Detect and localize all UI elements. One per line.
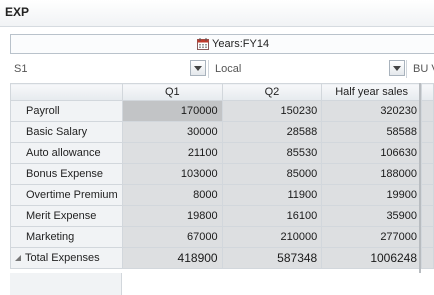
grid-cell[interactable]: 8000 xyxy=(121,184,223,206)
grid-cell[interactable] xyxy=(421,121,434,143)
grid-header-row: Q1 Q2 Half year sales xyxy=(10,83,434,101)
grid-cell[interactable]: 11900 xyxy=(221,184,323,206)
grid-cell[interactable]: 210000 xyxy=(221,226,323,248)
dropdown-entity[interactable]: BU V xyxy=(409,60,434,78)
collapse-triangle-icon[interactable] xyxy=(15,255,21,262)
column-header-q2[interactable]: Q2 xyxy=(221,83,323,101)
window-titlebar: EXP xyxy=(0,0,434,27)
grid-cell[interactable] xyxy=(421,163,434,185)
table-row: Marketing 67000 210000 277000 xyxy=(10,226,434,248)
divider xyxy=(208,60,209,78)
grid-corner xyxy=(10,83,123,101)
row-header-total-label: Total Expenses xyxy=(25,252,100,264)
grid-cell[interactable] xyxy=(421,184,434,206)
dropdown-currency[interactable]: Local xyxy=(211,60,407,78)
grid-right-edge xyxy=(419,83,421,273)
dropdown-scenario[interactable]: S1 xyxy=(10,60,210,78)
grid-cell[interactable]: 188000 xyxy=(321,163,423,185)
chevron-down-icon[interactable] xyxy=(389,60,405,76)
table-row: Merit Expense 19800 16100 35900 xyxy=(10,205,434,227)
calendar-icon xyxy=(197,38,209,50)
grid-table: Q1 Q2 Half year sales Payroll 170000 150… xyxy=(10,83,434,269)
grid-cell-total[interactable]: 418900 xyxy=(121,247,223,269)
column-header-half-year-sales[interactable]: Half year sales xyxy=(321,83,423,101)
row-header-merit-expense[interactable]: Merit Expense xyxy=(10,205,123,227)
grid-cell[interactable]: 30000 xyxy=(121,121,223,143)
grid-cell[interactable]: 19800 xyxy=(121,205,223,227)
table-row: Overtime Premium 8000 11900 19900 xyxy=(10,184,434,206)
row-header-auto-allowance[interactable]: Auto allowance xyxy=(10,142,123,164)
grid-cell[interactable]: 85530 xyxy=(221,142,323,164)
table-row: Auto allowance 21100 85530 106630 xyxy=(10,142,434,164)
row-header-marketing[interactable]: Marketing xyxy=(10,226,123,248)
grid-cell[interactable] xyxy=(421,100,434,122)
table-row: Bonus Expense 103000 85000 188000 xyxy=(10,163,434,185)
divider xyxy=(406,60,407,78)
table-row-total: Total Expenses 418900 587348 1006248 xyxy=(10,247,434,269)
grid-cell[interactable]: 67000 xyxy=(121,226,223,248)
grid-cell-total[interactable]: 587348 xyxy=(221,247,323,269)
grid-cell[interactable]: 103000 xyxy=(121,163,223,185)
grid-cell[interactable] xyxy=(421,142,434,164)
grid-cell[interactable]: 320230 xyxy=(321,100,423,122)
grid-cell[interactable] xyxy=(421,205,434,227)
grid-cell[interactable]: 58588 xyxy=(321,121,423,143)
grid-cell[interactable]: 19900 xyxy=(321,184,423,206)
dropdown-entity-value: BU V xyxy=(413,63,434,75)
dropdown-currency-value: Local xyxy=(215,63,242,75)
grid-cell[interactable]: 150230 xyxy=(221,100,323,122)
row-header-payroll[interactable]: Payroll xyxy=(10,100,123,122)
row-header-overtime-premium[interactable]: Overtime Premium xyxy=(10,184,123,206)
grid-cell-total[interactable]: 1006248 xyxy=(321,247,423,269)
grid-cell[interactable]: 277000 xyxy=(321,226,423,248)
table-row: Basic Salary 30000 28588 58588 xyxy=(10,121,434,143)
window-title: EXP xyxy=(5,5,30,19)
table-row: Payroll 170000 150230 320230 xyxy=(10,100,434,122)
grid-cell[interactable]: 21100 xyxy=(121,142,223,164)
grid-cell[interactable]: 85000 xyxy=(221,163,323,185)
grid-cell[interactable]: 28588 xyxy=(221,121,323,143)
row-header-column-filler xyxy=(10,273,122,295)
data-grid: Q1 Q2 Half year sales Payroll 170000 150… xyxy=(10,83,434,295)
grid-cell[interactable]: 170000 xyxy=(121,100,223,122)
column-header-overflow xyxy=(421,83,434,101)
grid-cell-total[interactable] xyxy=(421,247,434,269)
grid-cell[interactable] xyxy=(421,226,434,248)
grid-cell[interactable]: 35900 xyxy=(321,205,423,227)
grid-cell[interactable]: 106630 xyxy=(321,142,423,164)
pov-bar[interactable]: Years:FY14 xyxy=(10,34,434,54)
row-header-bonus-expense[interactable]: Bonus Expense xyxy=(10,163,123,185)
chevron-down-icon[interactable] xyxy=(190,60,206,76)
dropdown-scenario-value: S1 xyxy=(14,63,28,75)
row-header-total-expenses[interactable]: Total Expenses xyxy=(10,247,123,269)
row-header-basic-salary[interactable]: Basic Salary xyxy=(10,121,123,143)
grid-cell[interactable]: 16100 xyxy=(221,205,323,227)
pov-years-label[interactable]: Years:FY14 xyxy=(212,38,269,50)
column-header-q1[interactable]: Q1 xyxy=(121,83,223,101)
